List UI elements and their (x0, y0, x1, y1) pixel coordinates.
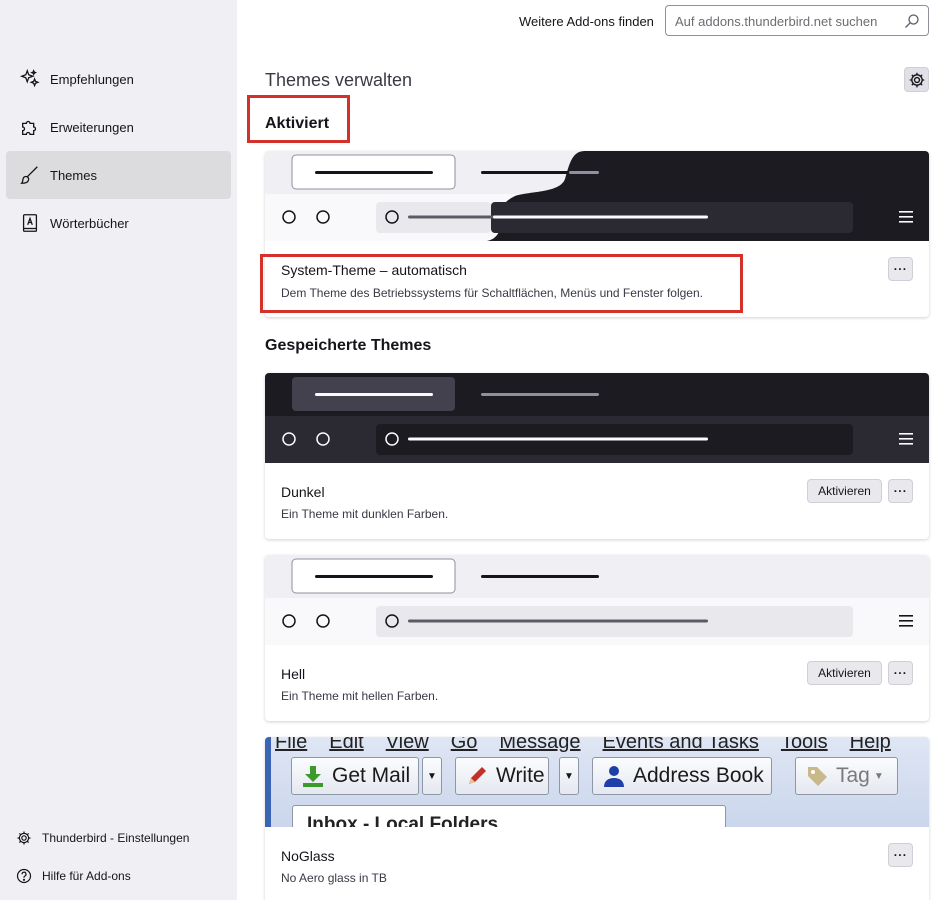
theme-card-noglass[interactable]: File Edit View Go Message Events and Tasks Too… (265, 737, 929, 900)
find-addons-label: Weitere Add-ons finden (519, 14, 654, 29)
category-label: Erweiterungen (50, 119, 134, 135)
theme-card-dark[interactable]: Dunkel Ein Theme mit dunklen Farben. Akt… (265, 373, 929, 539)
theme-preview-light (265, 555, 929, 645)
category-label: Empfehlungen (50, 71, 134, 87)
more-options-button[interactable]: ··· (888, 479, 913, 503)
theme-preview-system (265, 151, 929, 241)
gear-icon (16, 830, 32, 846)
theme-name: NoGlass (281, 848, 335, 864)
theme-card-light[interactable]: Hell Ein Theme mit hellen Farben. Aktivi… (265, 555, 929, 721)
puzzle-icon (18, 115, 42, 139)
settings-link[interactable]: Thunderbird - Einstellungen (16, 830, 189, 846)
tools-menu-button[interactable] (904, 67, 929, 92)
more-options-button[interactable]: ··· (888, 257, 913, 281)
person-icon (604, 766, 624, 787)
help-link[interactable]: Hilfe für Add-ons (16, 868, 131, 884)
brush-icon (18, 163, 42, 187)
theme-description: Ein Theme mit dunklen Farben. (281, 507, 449, 521)
category-recommendations[interactable]: Empfehlungen (6, 55, 231, 103)
preview-tag-button: Tag ▼ (795, 757, 898, 795)
theme-name: Dunkel (281, 484, 325, 500)
search-icon[interactable] (904, 13, 920, 29)
dictionary-icon (18, 211, 42, 235)
category-themes[interactable]: Themes (6, 151, 231, 199)
theme-preview-noglass: File Edit View Go Message Events and Tasks Too… (265, 737, 929, 827)
preview-address-book-button: Address Book (592, 757, 772, 795)
help-label: Hilfe für Add-ons (42, 869, 131, 883)
preview-get-mail-button: Get Mail (291, 757, 419, 795)
gear-icon (909, 72, 924, 87)
theme-card-system[interactable]: System-Theme – automatisch Dem Theme des… (265, 151, 929, 317)
sidebar: Empfehlungen Erweiterungen Themes Wörter… (0, 0, 237, 900)
help-icon (16, 868, 32, 884)
more-options-button[interactable]: ··· (888, 843, 913, 867)
category-dictionaries[interactable]: Wörterbücher (6, 199, 231, 247)
preview-inbox-tab: Inbox - Local Folders (292, 805, 726, 827)
more-options-button[interactable]: ··· (888, 661, 913, 685)
activate-button[interactable]: Aktivieren (807, 479, 882, 503)
theme-preview-dark (265, 373, 929, 463)
pencil-icon (469, 767, 486, 784)
preview-frame-edge (265, 737, 271, 827)
activate-button[interactable]: Aktivieren (807, 661, 882, 685)
sparkle-icon (18, 67, 42, 91)
saved-section-heading: Gespeicherte Themes (265, 337, 432, 354)
theme-description: Ein Theme mit hellen Farben. (281, 689, 439, 703)
theme-description: No Aero glass in TB (281, 871, 387, 885)
theme-description: Dem Theme des Betriebssystems für Schalt… (281, 286, 703, 300)
theme-name: System-Theme – automatisch (281, 262, 467, 278)
theme-name: Hell (281, 666, 306, 682)
settings-label: Thunderbird - Einstellungen (42, 831, 190, 845)
preview-dropdown: ▼ (422, 757, 442, 795)
page-title: Themes verwalten (265, 70, 413, 90)
preview-menubar: File Edit View Go Message Events and Tasks Too… (275, 737, 891, 753)
preview-dropdown: ▼ (559, 757, 579, 795)
tag-icon (808, 767, 827, 786)
search-input[interactable] (675, 12, 900, 30)
category-label: Themes (50, 167, 97, 183)
category-extensions[interactable]: Erweiterungen (6, 103, 231, 151)
addons-search-box[interactable] (665, 5, 929, 36)
category-label: Wörterbücher (50, 215, 129, 231)
active-section-heading: Aktiviert (265, 115, 330, 132)
preview-write-button: Write (455, 757, 549, 795)
download-icon (303, 766, 323, 787)
